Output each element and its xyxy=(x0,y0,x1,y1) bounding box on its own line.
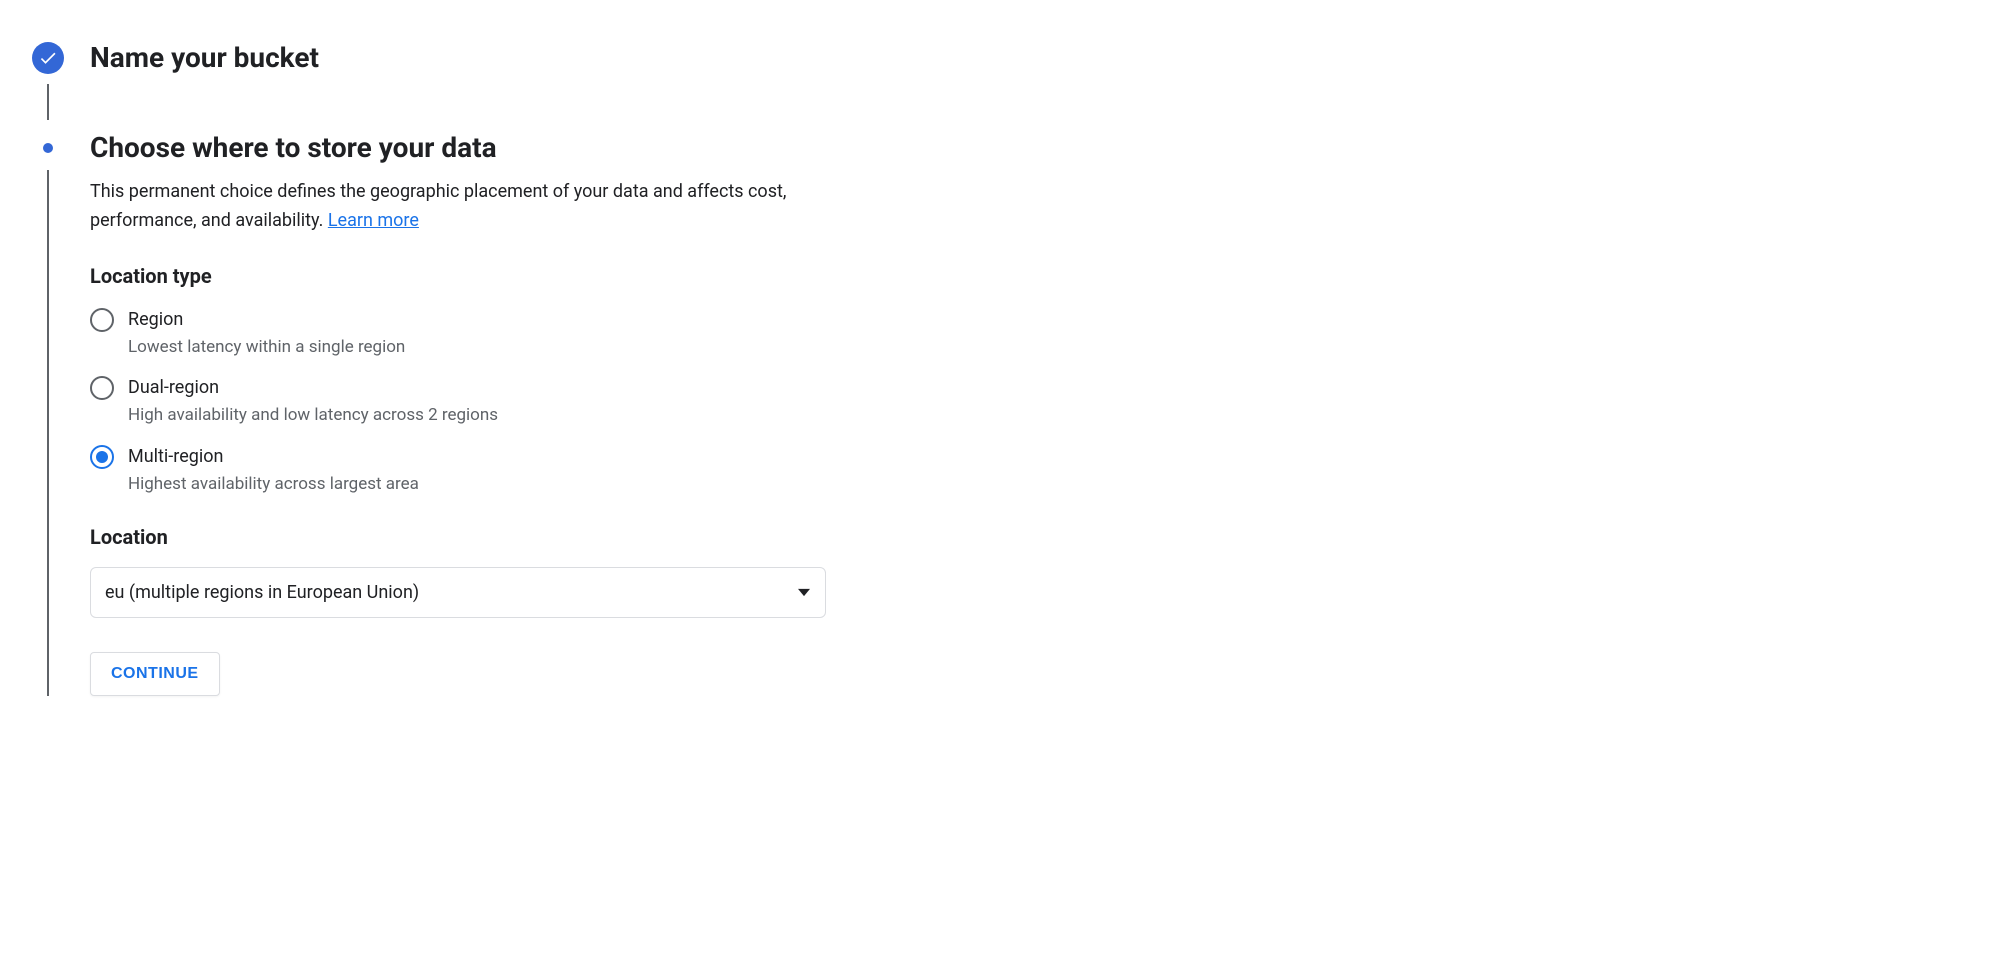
location-select[interactable]: eu (multiple regions in European Union) xyxy=(90,567,826,618)
location-heading: Location xyxy=(90,525,850,549)
dot-icon xyxy=(43,143,53,153)
radio-icon xyxy=(90,308,114,332)
location-select-value: eu (multiple regions in European Union) xyxy=(105,582,419,603)
step-name-bucket: Name your bucket xyxy=(30,40,1969,76)
step-connector xyxy=(47,84,49,120)
radio-text: Region Lowest latency within a single re… xyxy=(128,306,405,361)
radio-option-dual-region[interactable]: Dual-region High availability and low la… xyxy=(90,374,850,429)
radio-label: Region xyxy=(128,306,405,333)
radio-inner-dot xyxy=(96,451,108,463)
radio-option-multi-region[interactable]: Multi-region Highest availability across… xyxy=(90,443,850,498)
location-select-wrapper: eu (multiple regions in European Union) xyxy=(90,567,826,618)
step-title: Choose where to store your data xyxy=(90,130,1969,166)
radio-sublabel: Lowest latency within a single region xyxy=(128,335,405,361)
radio-option-region[interactable]: Region Lowest latency within a single re… xyxy=(90,306,850,361)
check-circle-icon xyxy=(32,42,64,74)
radio-sublabel: Highest availability across largest area xyxy=(128,472,419,498)
continue-button[interactable]: CONTINUE xyxy=(90,652,220,696)
step-indicator-complete xyxy=(30,40,66,76)
location-type-radio-group: Region Lowest latency within a single re… xyxy=(90,306,850,498)
step-choose-location: Choose where to store your data This per… xyxy=(30,130,1969,696)
step-content: This permanent choice defines the geogra… xyxy=(90,166,850,696)
radio-text: Multi-region Highest availability across… xyxy=(128,443,419,498)
description-text: This permanent choice defines the geogra… xyxy=(90,181,786,231)
radio-icon xyxy=(90,376,114,400)
location-type-heading: Location type xyxy=(90,264,850,288)
step-title[interactable]: Name your bucket xyxy=(90,40,1969,76)
stepper: Name your bucket Choose where to store y… xyxy=(30,40,1969,696)
radio-text: Dual-region High availability and low la… xyxy=(128,374,498,429)
radio-label: Multi-region xyxy=(128,443,419,470)
learn-more-link[interactable]: Learn more xyxy=(328,210,419,231)
step-indicator-active xyxy=(30,130,66,166)
location-section: Location eu (multiple regions in Europea… xyxy=(90,525,850,618)
radio-label: Dual-region xyxy=(128,374,498,401)
step-description: This permanent choice defines the geogra… xyxy=(90,178,850,236)
radio-sublabel: High availability and low latency across… xyxy=(128,403,498,429)
radio-icon-selected xyxy=(90,445,114,469)
